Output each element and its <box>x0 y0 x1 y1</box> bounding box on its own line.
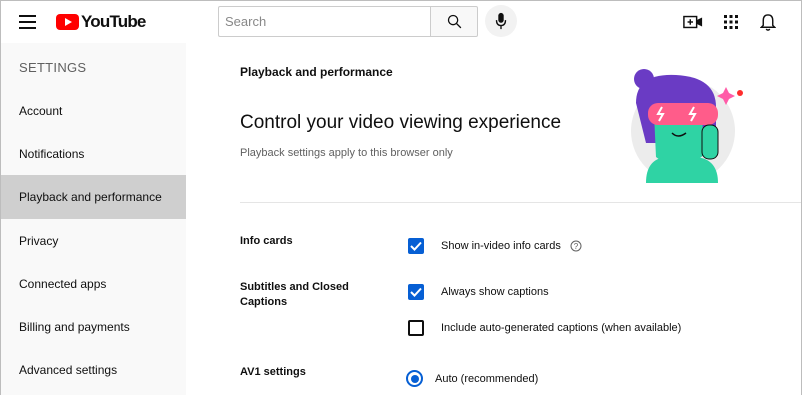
option-auto-generated-captions[interactable]: Include auto-generated captions (when av… <box>408 320 681 336</box>
sidebar-title: SETTINGS <box>19 60 87 75</box>
setting-label-info-cards: Info cards <box>240 235 293 247</box>
sidebar-item-connected-apps[interactable]: Connected apps <box>1 262 186 306</box>
top-bar: YouTube Search <box>1 1 801 43</box>
setting-label-subtitles: Subtitles and Closed Captions <box>240 281 349 308</box>
checkbox-info-cards[interactable] <box>408 238 424 254</box>
checkbox-always-show-captions[interactable] <box>408 284 424 300</box>
sidebar-item-advanced[interactable]: Advanced settings <box>1 348 186 392</box>
notifications-icon <box>760 13 776 31</box>
notifications-button[interactable] <box>757 11 779 33</box>
logo-text: YouTube <box>81 12 146 31</box>
create-video-button[interactable] <box>682 11 704 33</box>
option-label: Always show captions <box>441 286 549 298</box>
apps-icon <box>724 15 738 29</box>
page-headline: Control your video viewing experience <box>240 112 562 133</box>
radio-av1-auto[interactable] <box>406 370 423 387</box>
radio-selected-dot <box>410 374 419 383</box>
mic-icon <box>495 12 507 30</box>
checkmark-icon <box>410 287 422 297</box>
settings-main: Playback and performance Control your vi… <box>186 43 801 395</box>
settings-sidebar: SETTINGS Account Notifications Playback … <box>1 43 186 395</box>
checkmark-icon <box>410 241 422 251</box>
setting-label-av1: AV1 settings <box>240 366 306 378</box>
divider <box>240 202 801 203</box>
help-icon[interactable]: ? <box>570 240 582 252</box>
option-av1-auto[interactable]: Auto (recommended) <box>406 370 538 387</box>
apps-button[interactable] <box>720 11 742 33</box>
sidebar-item-playback[interactable]: Playback and performance <box>1 175 186 219</box>
viewer-illustration <box>631 69 743 183</box>
youtube-logo[interactable]: YouTube <box>56 12 146 32</box>
youtube-play-icon <box>56 14 79 30</box>
search-icon <box>447 14 461 29</box>
option-label: Show in-video info cards <box>441 240 561 252</box>
sidebar-item-billing[interactable]: Billing and payments <box>1 305 186 349</box>
option-info-cards[interactable]: Show in-video info cards ? <box>408 238 582 254</box>
sidebar-item-account[interactable]: Account <box>1 89 186 133</box>
option-always-show-captions[interactable]: Always show captions <box>408 284 549 300</box>
section-title: Playback and performance <box>240 65 393 79</box>
page-subhead: Playback settings apply to this browser … <box>240 147 453 159</box>
checkbox-auto-generated-captions[interactable] <box>408 320 424 336</box>
create-video-icon <box>683 15 703 29</box>
option-label: Include auto-generated captions (when av… <box>441 322 682 334</box>
sidebar-item-notifications[interactable]: Notifications <box>1 132 186 176</box>
search-button[interactable] <box>430 6 478 37</box>
search-input[interactable]: Search <box>218 6 430 37</box>
option-label: Auto (recommended) <box>435 372 539 385</box>
menu-icon[interactable] <box>19 15 36 29</box>
voice-search-button[interactable] <box>485 5 517 37</box>
svg-text:?: ? <box>574 242 579 251</box>
sidebar-item-privacy[interactable]: Privacy <box>1 219 186 263</box>
